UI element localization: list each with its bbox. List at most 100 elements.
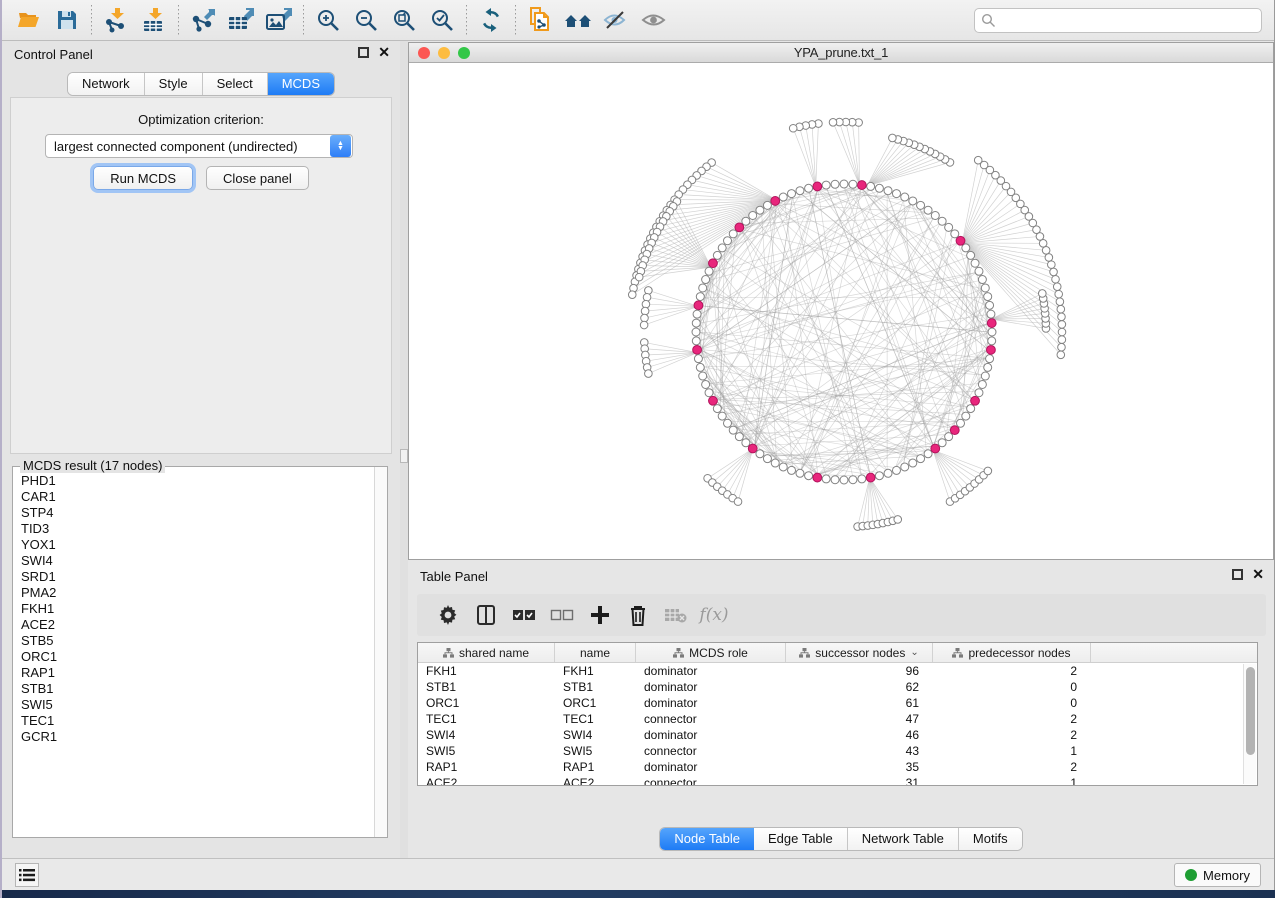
mcds-node[interactable] xyxy=(694,301,703,310)
tab-style[interactable]: Style xyxy=(145,73,203,95)
network-node[interactable] xyxy=(971,259,979,267)
mcds-node[interactable] xyxy=(813,473,822,482)
network-node[interactable] xyxy=(901,463,909,471)
network-node[interactable] xyxy=(831,476,839,484)
network-node[interactable] xyxy=(986,301,994,309)
network-node[interactable] xyxy=(967,251,975,259)
network-node[interactable] xyxy=(975,267,983,275)
mcds-node-item[interactable]: ORC1 xyxy=(21,649,374,665)
network-canvas[interactable] xyxy=(409,64,1273,559)
network-node[interactable] xyxy=(962,412,970,420)
network-node[interactable] xyxy=(749,211,757,219)
column-header-shared-name[interactable]: shared name xyxy=(418,643,555,662)
panel-splitter[interactable] xyxy=(400,41,408,858)
table-row[interactable]: ORC1ORC1dominator610 xyxy=(418,695,1257,711)
network-node[interactable] xyxy=(978,380,986,388)
network-node[interactable] xyxy=(742,439,750,447)
export-image-icon[interactable] xyxy=(260,3,298,37)
network-node[interactable] xyxy=(988,337,996,345)
network-node[interactable] xyxy=(892,466,900,474)
network-node[interactable] xyxy=(884,187,892,195)
network-node[interactable] xyxy=(975,389,983,397)
sort-chevron-icon[interactable]: ⌄ xyxy=(910,647,918,658)
mcds-node-item[interactable]: SWI4 xyxy=(21,553,374,569)
network-node[interactable] xyxy=(702,380,710,388)
duplicate-network-icon[interactable] xyxy=(521,3,559,37)
mcds-node-item[interactable]: FKH1 xyxy=(21,601,374,617)
network-node[interactable] xyxy=(729,426,737,434)
network-node[interactable] xyxy=(699,284,707,292)
table-row[interactable]: RAP1RAP1dominator352 xyxy=(418,759,1257,775)
mcds-node-item[interactable]: SRD1 xyxy=(21,569,374,585)
network-node[interactable] xyxy=(984,363,992,371)
table-row[interactable]: SWI5SWI5connector431 xyxy=(418,743,1257,759)
mcds-node[interactable] xyxy=(735,223,744,232)
network-node[interactable] xyxy=(981,284,989,292)
mcds-result-list[interactable]: PHD1CAR1STP4TID3YOX1SWI4SRD1PMA2FKH1ACE2… xyxy=(13,467,374,837)
network-node[interactable] xyxy=(694,355,702,363)
network-node[interactable] xyxy=(840,180,848,188)
network-node[interactable] xyxy=(884,469,892,477)
network-node[interactable] xyxy=(692,319,700,327)
column-header-successor-nodes[interactable]: successor nodes⌄ xyxy=(786,643,933,662)
mcds-node-item[interactable]: PMA2 xyxy=(21,585,374,601)
window-close-icon[interactable] xyxy=(418,47,430,59)
task-history-button[interactable] xyxy=(15,863,39,887)
criterion-dropdown[interactable]: largest connected component (undirected)… xyxy=(45,134,353,158)
table-tab-node-table[interactable]: Node Table xyxy=(660,828,754,850)
network-node[interactable] xyxy=(957,419,965,427)
network-node[interactable] xyxy=(693,310,701,318)
mcds-node-item[interactable]: SWI5 xyxy=(21,697,374,713)
network-titlebar[interactable]: YPA_prune.txt_1 xyxy=(409,43,1273,63)
network-node[interactable] xyxy=(713,251,721,259)
mcds-node-item[interactable]: RAP1 xyxy=(21,665,374,681)
export-table-icon[interactable] xyxy=(222,3,260,37)
deselect-all-icon[interactable] xyxy=(543,598,581,632)
mcds-node-item[interactable]: TID3 xyxy=(21,521,374,537)
mcds-node-item[interactable]: PHD1 xyxy=(21,473,374,489)
tab-select[interactable]: Select xyxy=(203,73,268,95)
network-node[interactable] xyxy=(892,190,900,198)
mcds-node-item[interactable]: CAR1 xyxy=(21,489,374,505)
network-node[interactable] xyxy=(763,455,771,463)
mcds-node[interactable] xyxy=(857,181,866,190)
network-node[interactable] xyxy=(867,182,875,190)
network-node[interactable] xyxy=(822,181,830,189)
network-node[interactable] xyxy=(788,466,796,474)
mcds-node-item[interactable]: TEC1 xyxy=(21,713,374,729)
network-node[interactable] xyxy=(729,230,737,238)
open-folder-icon[interactable] xyxy=(10,3,48,37)
mcds-node-item[interactable]: YOX1 xyxy=(21,537,374,553)
network-node[interactable] xyxy=(951,230,959,238)
network-node[interactable] xyxy=(692,337,700,345)
network-node[interactable] xyxy=(917,455,925,463)
network-node[interactable] xyxy=(756,450,764,458)
network-node[interactable] xyxy=(705,389,713,397)
export-network-icon[interactable] xyxy=(184,3,222,37)
network-node[interactable] xyxy=(967,405,975,413)
table-scrollbar[interactable] xyxy=(1243,664,1256,784)
network-node[interactable] xyxy=(962,244,970,252)
network-node[interactable] xyxy=(702,276,710,284)
network-node[interactable] xyxy=(831,180,839,188)
mcds-node-item[interactable]: STB5 xyxy=(21,633,374,649)
window-zoom-icon[interactable] xyxy=(458,47,470,59)
network-node[interactable] xyxy=(938,217,946,225)
mcds-node[interactable] xyxy=(709,259,718,268)
mcds-node[interactable] xyxy=(693,345,702,354)
splitter-grip[interactable] xyxy=(400,449,408,463)
network-node[interactable] xyxy=(917,201,925,209)
close-panel-button[interactable]: Close panel xyxy=(206,166,309,190)
refresh-icon[interactable] xyxy=(472,3,510,37)
network-node[interactable] xyxy=(805,184,813,192)
network-node[interactable] xyxy=(987,310,995,318)
network-node[interactable] xyxy=(849,180,857,188)
network-node[interactable] xyxy=(699,372,707,380)
network-node[interactable] xyxy=(705,267,713,275)
mcds-node[interactable] xyxy=(709,396,718,405)
column-header-name[interactable]: name xyxy=(555,643,636,662)
network-node[interactable] xyxy=(771,459,779,467)
mcds-node[interactable] xyxy=(950,426,959,435)
network-node[interactable] xyxy=(938,439,946,447)
zoom-in-icon[interactable] xyxy=(309,3,347,37)
